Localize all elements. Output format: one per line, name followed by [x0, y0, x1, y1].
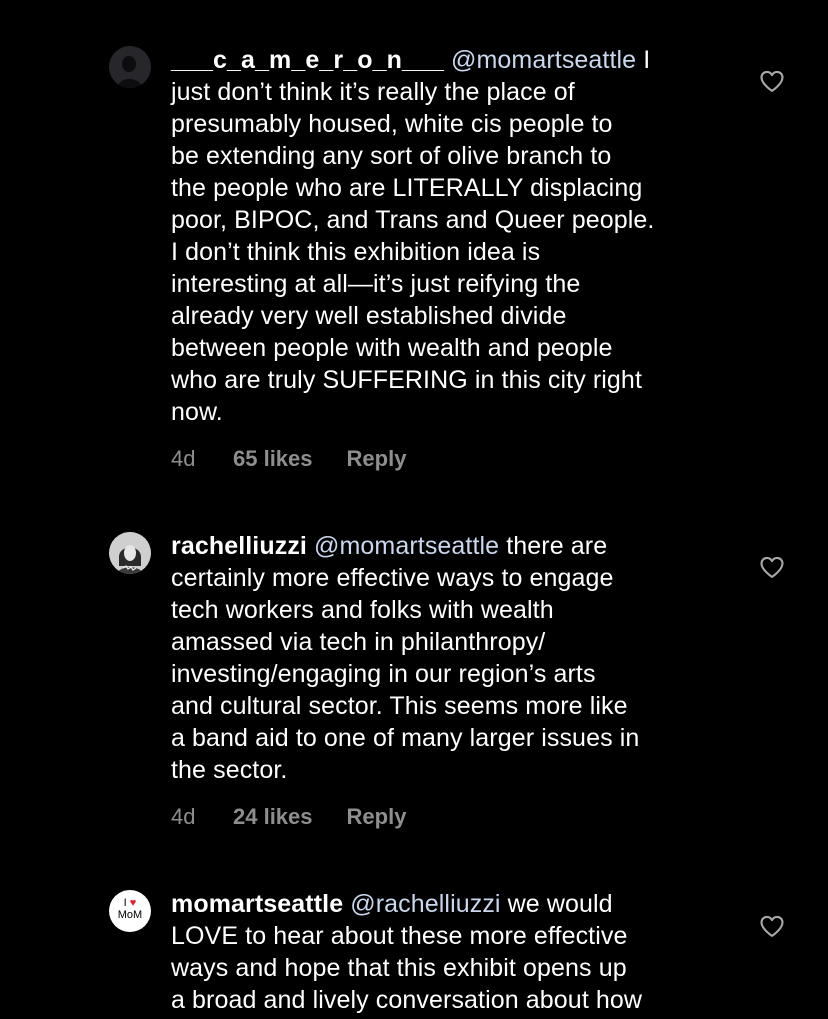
- comment-likes-count[interactable]: 24 likes: [233, 803, 313, 831]
- like-button[interactable]: [758, 912, 786, 940]
- comment-body-line: presumably housed, white cis people to: [171, 110, 613, 138]
- heart-outline-icon: [760, 556, 784, 578]
- comment-body-line: a broad and lively conversation about ho…: [171, 986, 643, 1014]
- comment-body-line: who are truly SUFFERING in this city rig…: [171, 366, 642, 394]
- comment-body-line: there are: [499, 532, 608, 560]
- heart-outline-icon: [760, 70, 784, 92]
- comment-body-line: a band aid to one of many larger issues …: [171, 724, 640, 752]
- comments-screen: { "comments": [ { "username": "___c_a_m_…: [0, 0, 828, 1019]
- comment-body-line: amassed via tech in philanthropy/: [171, 628, 546, 656]
- reply-button[interactable]: Reply: [347, 803, 407, 831]
- comment-meta: 4d 65 likes Reply: [171, 445, 406, 473]
- comment-meta: 4d 24 likes Reply: [171, 803, 406, 831]
- logo-heart-text: I ♥: [123, 897, 137, 909]
- comment-username[interactable]: rachelliuzzi: [171, 532, 307, 560]
- mom-logo-icon: I ♥: [109, 898, 151, 909]
- comment-body-line: between people with wealth and people: [171, 334, 613, 362]
- comment-body-line: poor, BIPOC, and Trans and Queer people.: [171, 206, 655, 234]
- comment-username[interactable]: ___c_a_m_e_r_o_n___: [171, 46, 444, 74]
- comment-body-line: tech workers and folks with wealth: [171, 596, 554, 624]
- comment-likes-count[interactable]: 65 likes: [233, 445, 313, 473]
- reply-button[interactable]: Reply: [347, 445, 407, 473]
- comment-body-line: be extending any sort of olive branch to: [171, 142, 612, 170]
- comment-body-line: ways and hope that this exhibit opens up: [171, 954, 627, 982]
- comment-text: ___c_a_m_e_r_o_n___ @momartseattle I jus…: [171, 44, 731, 428]
- like-button[interactable]: [758, 67, 786, 95]
- comment-timestamp: 4d: [171, 446, 196, 471]
- comment-timestamp: 4d: [171, 804, 196, 829]
- comment-text: momartseattle @rachelliuzzi we would LOV…: [171, 888, 731, 1016]
- comment-body-line: the people who are LITERALLY displacing: [171, 174, 643, 202]
- comment-body-line: certainly more effective ways to engage: [171, 564, 614, 592]
- comment-body-line: the sector.: [171, 756, 288, 784]
- heart-outline-icon: [760, 915, 784, 937]
- comment-body-line: LOVE to hear about these more effective: [171, 922, 628, 950]
- avatar[interactable]: [109, 46, 151, 88]
- comment-mention[interactable]: @rachelliuzzi: [350, 890, 500, 918]
- comment-body-line: already very well established divide: [171, 302, 567, 330]
- mom-logo-text: MoM: [117, 909, 143, 921]
- comment-username[interactable]: momartseattle: [171, 890, 343, 918]
- avatar[interactable]: I ♥ MoM: [109, 890, 151, 932]
- comment-body-line: now.: [171, 398, 223, 426]
- comment-mention[interactable]: @momartseattle: [451, 46, 636, 74]
- logo-heart-glyph: ♥: [129, 897, 137, 909]
- avatar[interactable]: [109, 532, 151, 574]
- comment-body-line: we would: [500, 890, 613, 918]
- comment-text: rachelliuzzi @momartseattle there are ce…: [171, 530, 731, 786]
- comment-body-line: interesting at all—it’s just reifying th…: [171, 270, 581, 298]
- comment-body-line: I: [636, 46, 651, 74]
- comment-body-line: just don’t think it’s really the place o…: [171, 78, 575, 106]
- comment-body-line: I don’t think this exhibition idea is: [171, 238, 541, 266]
- like-button[interactable]: [758, 553, 786, 581]
- comment-body-line: and cultural sector. This seems more lik…: [171, 692, 628, 720]
- comment-body-line: investing/engaging in our region’s arts: [171, 660, 596, 688]
- profile-photo-icon: [109, 46, 151, 88]
- comment-mention[interactable]: @momartseattle: [314, 532, 499, 560]
- profile-photo-icon: [109, 532, 151, 574]
